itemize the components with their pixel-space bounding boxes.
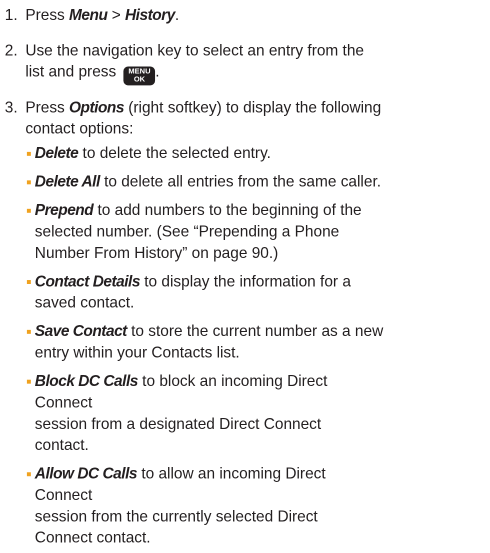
option-delete: Delete to delete the selected entry. — [26, 143, 385, 164]
option-contact-details: Contact Details to display the informati… — [26, 271, 385, 314]
step-text: Press Menu > History. — [25, 6, 180, 24]
bullet-square-icon — [26, 472, 31, 477]
bullet-square-icon — [26, 180, 31, 185]
step-2: 2. Use the navigation key to select an e… — [4, 40, 385, 86]
bullet-square-icon — [26, 208, 31, 213]
option-prepend: Prepend to add numbers to the beginning … — [26, 200, 385, 264]
step-number: 1. — [4, 6, 18, 24]
step-text: Use the navigation key to select an entr… — [25, 41, 365, 86]
option-block-dc-calls: Block DC Calls to block an incoming Dire… — [26, 371, 385, 456]
option-delete-all: Delete All to delete all entries from th… — [26, 172, 385, 193]
option-save-contact: Save Contact to store the current number… — [26, 321, 385, 364]
step-3: 3. Press Options (right softkey) to disp… — [5, 97, 385, 140]
step-text: Press Options (right softkey) to display… — [25, 98, 382, 138]
menu-ok-key-icon: MENU OK — [123, 66, 156, 86]
options-term: Options — [69, 98, 124, 117]
menu-term: Menu — [69, 6, 108, 24]
bullet-square-icon — [26, 379, 31, 384]
option-allow-dc-calls: Allow DC Calls to allow an incoming Dire… — [26, 464, 385, 549]
bullet-square-icon — [26, 151, 31, 156]
step-number: 3. — [4, 98, 18, 117]
bullet-square-icon — [26, 280, 31, 284]
step-number: 2. — [4, 41, 18, 60]
manual-page: 1. Press Menu > History. 2. Use the navi… — [0, 0, 388, 546]
step-1: 1. Press Menu > History. — [5, 5, 385, 26]
bullet-square-icon — [26, 329, 31, 334]
history-term: History — [125, 6, 175, 24]
